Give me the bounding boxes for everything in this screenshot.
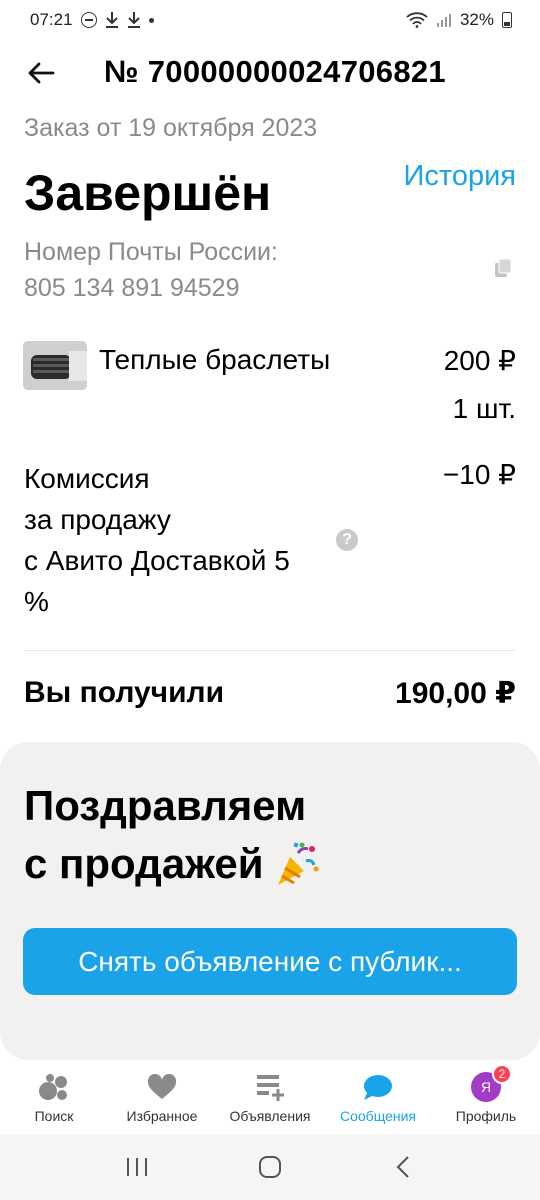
nav-item-profile[interactable]: Я 2 Профиль bbox=[432, 1062, 540, 1134]
heart-icon bbox=[146, 1072, 178, 1102]
arrow-left-icon bbox=[28, 62, 55, 84]
tracking-number[interactable]: 805 134 891 94529 bbox=[24, 270, 240, 306]
nav-item-listings[interactable]: Объявления bbox=[216, 1062, 324, 1134]
download-icon bbox=[105, 11, 119, 29]
do-not-disturb-icon bbox=[80, 12, 97, 28]
item-price: 200 ₽ bbox=[443, 345, 516, 376]
congrats-title-line: Поздравляем bbox=[24, 782, 307, 829]
tracking-label: Номер Почты России: bbox=[24, 238, 278, 266]
commission-line: Комиссия bbox=[24, 463, 150, 494]
bottom-navigation: Поиск Избранное Объявления Сообщения Я 2… bbox=[0, 1062, 540, 1134]
chevron-left-icon bbox=[396, 1156, 410, 1178]
commission-value: −10 ₽ bbox=[442, 459, 516, 490]
order-number-title: № 70000000024706821 bbox=[104, 54, 446, 89]
download-icon bbox=[127, 11, 141, 29]
nav-item-search[interactable]: Поиск bbox=[0, 1062, 108, 1134]
nav-label: Поиск bbox=[34, 1108, 74, 1124]
nav-label: Сообщения bbox=[340, 1108, 416, 1124]
commission-line: за продажу bbox=[24, 504, 171, 535]
home-button[interactable] bbox=[250, 1147, 290, 1187]
battery-icon bbox=[502, 12, 512, 28]
status-right: 32% bbox=[406, 10, 512, 30]
nav-label: Профиль bbox=[455, 1108, 517, 1124]
signal-icon bbox=[436, 12, 452, 28]
received-value: 190,00 ₽ bbox=[395, 677, 516, 710]
notification-badge: 2 bbox=[492, 1064, 512, 1084]
nav-label: Объявления bbox=[229, 1108, 311, 1124]
divider bbox=[24, 650, 516, 651]
unpublish-button[interactable]: Снять объявление с публик... bbox=[23, 928, 517, 995]
congrats-title-text: с продажей bbox=[24, 840, 264, 887]
listings-add-icon bbox=[254, 1072, 286, 1102]
received-label: Вы получили bbox=[24, 676, 225, 709]
status-bar: 07:21 32% bbox=[0, 0, 540, 40]
search-bubbles-icon bbox=[38, 1072, 70, 1102]
home-icon bbox=[258, 1156, 281, 1178]
item-thumbnail[interactable] bbox=[23, 341, 87, 390]
party-popper-icon bbox=[272, 839, 322, 889]
copy-icon[interactable] bbox=[494, 258, 514, 278]
system-navigation-bar bbox=[0, 1134, 540, 1200]
order-status: Завершён bbox=[24, 165, 272, 221]
back-button[interactable] bbox=[24, 56, 58, 90]
order-date: Заказ от 19 октября 2023 bbox=[24, 114, 318, 142]
item-title[interactable]: Теплые браслеты bbox=[99, 344, 330, 376]
battery-percent: 32% bbox=[459, 10, 494, 29]
recent-apps-icon bbox=[126, 1158, 147, 1176]
commission-label: Комиссия за продажу с Авито Доставкой 5 … bbox=[24, 458, 354, 622]
status-time: 07:21 bbox=[30, 10, 73, 29]
system-back-button[interactable] bbox=[383, 1147, 423, 1187]
nav-item-messages[interactable]: Сообщения bbox=[324, 1062, 432, 1134]
commission-line: % bbox=[24, 586, 49, 617]
history-link[interactable]: История bbox=[404, 160, 516, 193]
commission-line: с Авито Доставкой 5 bbox=[24, 545, 290, 576]
item-quantity: 1 шт. bbox=[452, 393, 516, 424]
wifi-icon bbox=[406, 12, 428, 28]
chat-bubble-icon bbox=[362, 1072, 394, 1102]
congrats-title-line: с продажей bbox=[24, 838, 322, 890]
status-left: 07:21 bbox=[30, 10, 154, 30]
profile-avatar-wrapper: Я 2 bbox=[470, 1064, 512, 1102]
help-icon[interactable]: ? bbox=[336, 529, 358, 551]
top-app-bar: № 70000000024706821 bbox=[0, 48, 540, 100]
nav-label: Избранное bbox=[126, 1108, 198, 1124]
recent-apps-button[interactable] bbox=[117, 1147, 157, 1187]
nav-item-favorites[interactable]: Избранное bbox=[108, 1062, 216, 1134]
congrats-card: Поздравляем с продажей Снять объявление … bbox=[0, 742, 540, 1060]
notification-dot-icon bbox=[148, 17, 154, 23]
